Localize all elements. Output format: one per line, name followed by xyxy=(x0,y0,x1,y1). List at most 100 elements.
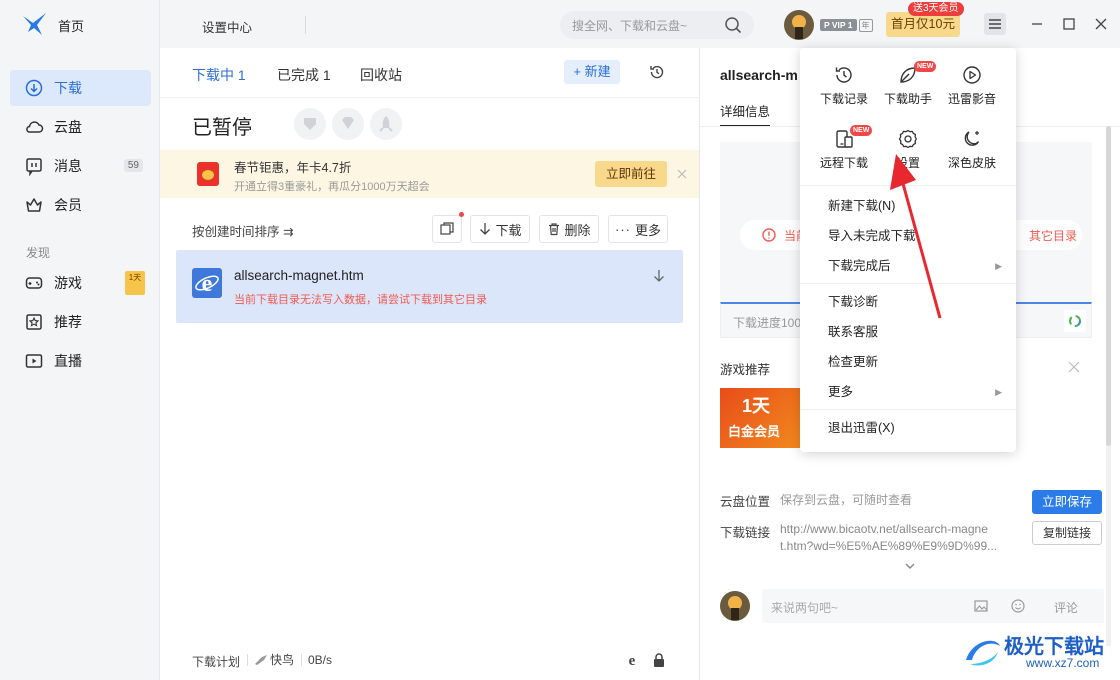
watermark-logo-icon xyxy=(966,640,1000,666)
download-link-line2[interactable]: t.htm?wd=%E5%AE%89%E9%9D%99... xyxy=(780,539,997,553)
comment-submit-button[interactable]: 评论 xyxy=(1054,599,1078,616)
ie-file-icon: e xyxy=(192,268,222,298)
gamepad-icon xyxy=(25,277,43,289)
menu-dark-skin[interactable]: 深色皮肤 xyxy=(942,128,1002,186)
delete-button-label: 删除 xyxy=(564,222,591,238)
sidebar-item-cloud[interactable]: 云盘 xyxy=(10,109,151,145)
tab-completed[interactable]: 已完成 1 xyxy=(277,65,331,85)
menu-grid-label: 深色皮肤 xyxy=(947,156,996,170)
history-icon[interactable] xyxy=(648,63,666,81)
sidebar-item-label: 直播 xyxy=(54,353,82,369)
watermark-url: www.xz7.com xyxy=(1026,656,1100,670)
hamburger-icon xyxy=(989,19,1001,29)
scrollbar-track[interactable] xyxy=(1106,126,1111,646)
close-icon[interactable] xyxy=(677,169,687,179)
chevron-down-icon[interactable] xyxy=(904,561,916,571)
download-link-label: 下载链接 xyxy=(720,526,771,540)
close-icon[interactable] xyxy=(1094,17,1108,31)
divider xyxy=(305,16,306,34)
speed-boost-icon[interactable] xyxy=(294,108,326,140)
more-button[interactable]: ··· 更多 xyxy=(608,215,668,243)
sort-dropdown[interactable]: 按创建时间排序 ⇉ xyxy=(192,221,293,240)
menu-download-history[interactable]: 下载记录 xyxy=(814,64,874,122)
gear-icon xyxy=(898,129,917,149)
sidebar-item-vip[interactable]: 会员 xyxy=(10,187,151,223)
search-input[interactable]: 搜全网、下载和云盘~ xyxy=(572,17,724,34)
menu-grid-label: 下载助手 xyxy=(883,92,932,106)
minimize-icon[interactable] xyxy=(1030,17,1044,31)
emoji-icon[interactable] xyxy=(1011,599,1025,613)
speed-indicator: 快鸟 xyxy=(254,651,294,668)
sidebar-item-games[interactable]: 游戏 1天 xyxy=(10,265,151,301)
menu-download-assistant[interactable]: 下载助手 NEW xyxy=(878,61,938,122)
menu-item-check-update[interactable]: 检查更新 xyxy=(800,347,1016,377)
message-icon xyxy=(26,158,42,176)
tab-details[interactable]: 详细信息 xyxy=(720,101,771,127)
warning-icon xyxy=(762,228,776,242)
message-count-badge: 59 xyxy=(123,159,143,172)
menu-button[interactable] xyxy=(984,13,1006,35)
play-circle-icon xyxy=(963,66,981,84)
menu-thunder-player[interactable]: 迅雷影音 xyxy=(942,64,1002,122)
menu-item-exit[interactable]: 退出迅雷(X) xyxy=(800,413,1016,443)
home-label: 首页 xyxy=(58,18,85,34)
comment-input[interactable]: 来说两句吧~ 评论 xyxy=(762,589,1104,623)
download-panel: 下载中 1 已完成 1 回收站 + 新建 已暂停 春节钜惠，年卡4.7折 开通立… xyxy=(160,48,700,680)
top-bar: 设置中心 搜全网、下载和云盘~ P VIP 1 年 首月仅10元 送3天会员 xyxy=(160,0,1120,48)
download-icon xyxy=(25,79,43,97)
image-icon[interactable] xyxy=(974,599,988,613)
search-box[interactable]: 搜全网、下载和云盘~ xyxy=(560,11,754,39)
divider xyxy=(247,654,248,666)
loading-icon xyxy=(1064,310,1086,332)
rocket-icon[interactable] xyxy=(370,108,402,140)
watermark-text: 极光下载站 xyxy=(1004,636,1104,658)
download-button[interactable]: 下载 xyxy=(470,215,530,243)
menu-remote-download[interactable]: 远程下载 NEW xyxy=(814,125,874,186)
delete-button[interactable]: 删除 xyxy=(539,215,599,243)
lock-icon[interactable] xyxy=(652,652,666,668)
download-item[interactable]: e allsearch-magnet.htm 当前下载目录无法写入数据，请尝试下… xyxy=(176,250,683,323)
arrow-down-icon[interactable] xyxy=(651,268,667,284)
status-title: 已暂停 xyxy=(192,117,252,139)
close-icon[interactable] xyxy=(1068,361,1080,373)
menu-item-more[interactable]: 更多 ▶ xyxy=(800,377,1016,407)
sidebar-item-messages[interactable]: 消息 59 xyxy=(10,148,151,184)
comment-placeholder: 来说两句吧~ xyxy=(771,601,839,615)
download-button-label: 下载 xyxy=(495,222,522,238)
divider xyxy=(301,654,302,666)
progress-text: 下载进度100 xyxy=(733,316,802,330)
watermark: 极光下载站 www.xz7.com xyxy=(960,628,1120,680)
settings-center-title[interactable]: 设置中心 xyxy=(202,17,252,36)
promo-banner: 春节钜惠，年卡4.7折 开通立得3重豪礼，再瓜分1000万天超会 立即前往 xyxy=(160,150,699,198)
copy-link-button[interactable]: 复制链接 xyxy=(1032,521,1102,545)
tab-downloading[interactable]: 下载中 1 xyxy=(192,65,246,85)
maximize-icon[interactable] xyxy=(1062,17,1076,31)
avatar[interactable] xyxy=(784,10,814,40)
menu-item-label: 联系客服 xyxy=(828,325,879,339)
new-download-button[interactable]: + 新建 xyxy=(564,60,620,84)
download-link-line1[interactable]: http://www.bicaotv.net/allsearch-magne xyxy=(780,522,988,536)
speed-label: 快鸟 xyxy=(270,653,295,667)
download-plan-link[interactable]: 下载计划 xyxy=(192,653,240,670)
sidebar-item-live[interactable]: 直播 xyxy=(10,343,151,379)
menu-grid-label: 远程下载 xyxy=(819,156,868,170)
ie-browser-icon[interactable]: e xyxy=(624,652,640,668)
divider xyxy=(160,97,700,98)
sidebar: 首页 下载 云盘 消息 59 会员 发现 游戏 1天 推荐 直播 xyxy=(0,0,160,680)
home-link[interactable]: 首页 xyxy=(22,12,102,38)
game-promo-card[interactable]: 1天 白金会员 xyxy=(720,388,802,448)
search-icon[interactable] xyxy=(724,16,742,34)
game-card-line2: 白金会员 xyxy=(728,424,781,439)
diamond-icon[interactable] xyxy=(332,108,364,140)
save-to-cloud-button[interactable]: 立即保存 xyxy=(1032,490,1102,514)
menu-separator xyxy=(800,409,1016,410)
tab-recycle-bin[interactable]: 回收站 xyxy=(360,65,402,85)
sidebar-item-recommend[interactable]: 推荐 xyxy=(10,304,151,340)
banner-action-button[interactable]: 立即前往 xyxy=(595,161,667,187)
menu-grid-label: 迅雷影音 xyxy=(947,92,996,106)
sidebar-item-label: 推荐 xyxy=(54,314,82,330)
sidebar-item-download[interactable]: 下载 xyxy=(10,70,151,106)
crown-icon xyxy=(26,198,42,212)
cloud-location-label: 云盘位置 xyxy=(720,495,771,509)
view-toggle-button[interactable] xyxy=(432,212,464,243)
